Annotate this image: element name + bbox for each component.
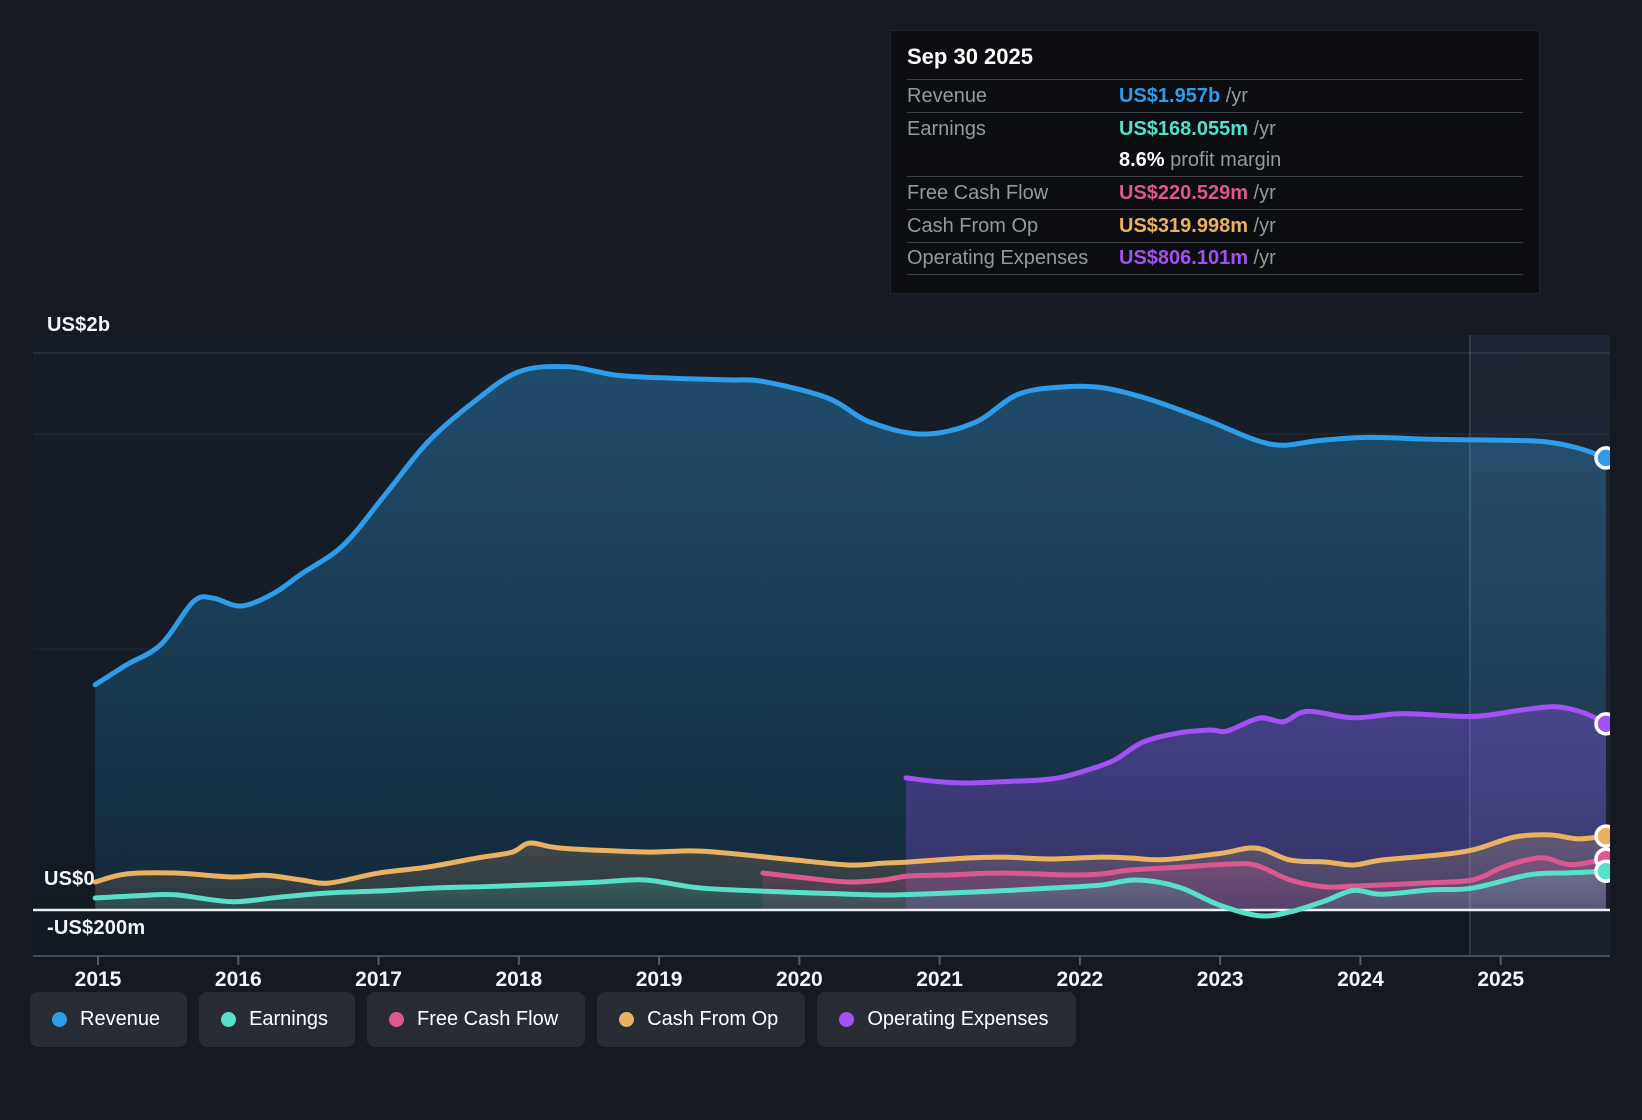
tooltip-row-revenue: Revenue US$1.957b /yr	[907, 79, 1523, 112]
tooltip-label: Cash From Op	[907, 214, 1039, 237]
tooltip-row-fcf: Free Cash Flow US$220.529m /yr	[907, 176, 1523, 209]
revenue-endpoint-dot[interactable]	[1594, 446, 1616, 470]
chart-tooltip: Sep 30 2025 Revenue US$1.957b /yr Earnings…	[890, 30, 1540, 294]
earnings-legend-dot-icon	[221, 1012, 237, 1027]
legend-pill-revenue[interactable]: Revenue	[30, 992, 188, 1047]
tooltip-value: US$319.998m /yr	[1119, 214, 1276, 237]
x-axis-label-2018: 2018	[495, 968, 543, 991]
tooltip-label: Operating Expenses	[907, 247, 1089, 269]
tooltip-row-cfo: Cash From Op US$319.998m /yr	[907, 209, 1523, 242]
legend-label: Operating Expenses	[867, 1008, 1049, 1030]
tooltip-value: US$1.957b /yr	[1119, 84, 1248, 107]
x-axis-label-2017: 2017	[355, 968, 402, 991]
x-axis-label-2025: 2025	[1477, 968, 1525, 991]
tooltip-value: US$168.055m /yr	[1119, 117, 1276, 140]
fcf-legend-dot-icon	[389, 1012, 404, 1027]
x-axis-label-2021: 2021	[916, 968, 963, 991]
tooltip-label: Free Cash Flow	[907, 181, 1049, 204]
legend-label: Cash From Op	[647, 1008, 779, 1030]
tooltip-date: Sep 30 2025	[907, 44, 1033, 69]
legend-label: Earnings	[249, 1008, 328, 1030]
legend-pill-fcf[interactable]: Free Cash Flow	[367, 992, 586, 1047]
tooltip-row-opex: Operating Expenses US$806.101m /yr	[907, 242, 1523, 275]
x-axis-label-2020: 2020	[775, 968, 823, 991]
cash-flow-chart-page: US$2b US$0 -US$200m 2015 2016 2017 2018 2019…	[0, 0, 1642, 1120]
tooltip-value: US$220.529m /yr	[1119, 181, 1276, 204]
tooltip-value: US$806.101m /yr	[1119, 247, 1276, 269]
y-axis-label-0: US$0	[44, 868, 95, 890]
tooltip-row-earnings: Earnings US$168.055m /yr	[907, 112, 1523, 145]
x-axis-label-2016: 2016	[214, 968, 262, 991]
tooltip-label: Earnings	[907, 117, 986, 140]
legend-pill-cfo[interactable]: Cash From Op	[597, 992, 806, 1047]
legend-pill-opex[interactable]: Operating Expenses	[817, 992, 1076, 1047]
opex-legend-dot-icon	[839, 1012, 855, 1027]
x-axis-label-2023: 2023	[1196, 968, 1244, 991]
tooltip-profit-margin: .8.6% profit margin	[1119, 149, 1282, 171]
revenue-legend-dot-icon	[52, 1012, 67, 1027]
y-axis-label-2b: US$2b	[47, 314, 111, 336]
cfo-legend-dot-icon	[619, 1012, 635, 1027]
opex-endpoint-dot[interactable]	[1594, 712, 1616, 736]
legend-label: Revenue	[80, 1008, 161, 1030]
tooltip-label: Revenue	[907, 84, 988, 107]
x-axis-label-2022: 2022	[1056, 968, 1104, 991]
x-axis-label-2019: 2019	[635, 968, 683, 991]
y-axis-label-neg200m: -US$200m	[47, 917, 146, 939]
cfo-endpoint-dot[interactable]	[1594, 824, 1616, 848]
legend-label: Free Cash Flow	[417, 1008, 559, 1030]
x-axis-label-2015: 2015	[74, 968, 122, 991]
earnings-endpoint-dot[interactable]	[1594, 859, 1616, 883]
legend-pill-earnings[interactable]: Earnings	[199, 992, 355, 1047]
chart-legend: Revenue Earnings Free Cash Flow Cash From O…	[30, 992, 1076, 1047]
x-axis-label-2024: 2024	[1337, 968, 1384, 991]
